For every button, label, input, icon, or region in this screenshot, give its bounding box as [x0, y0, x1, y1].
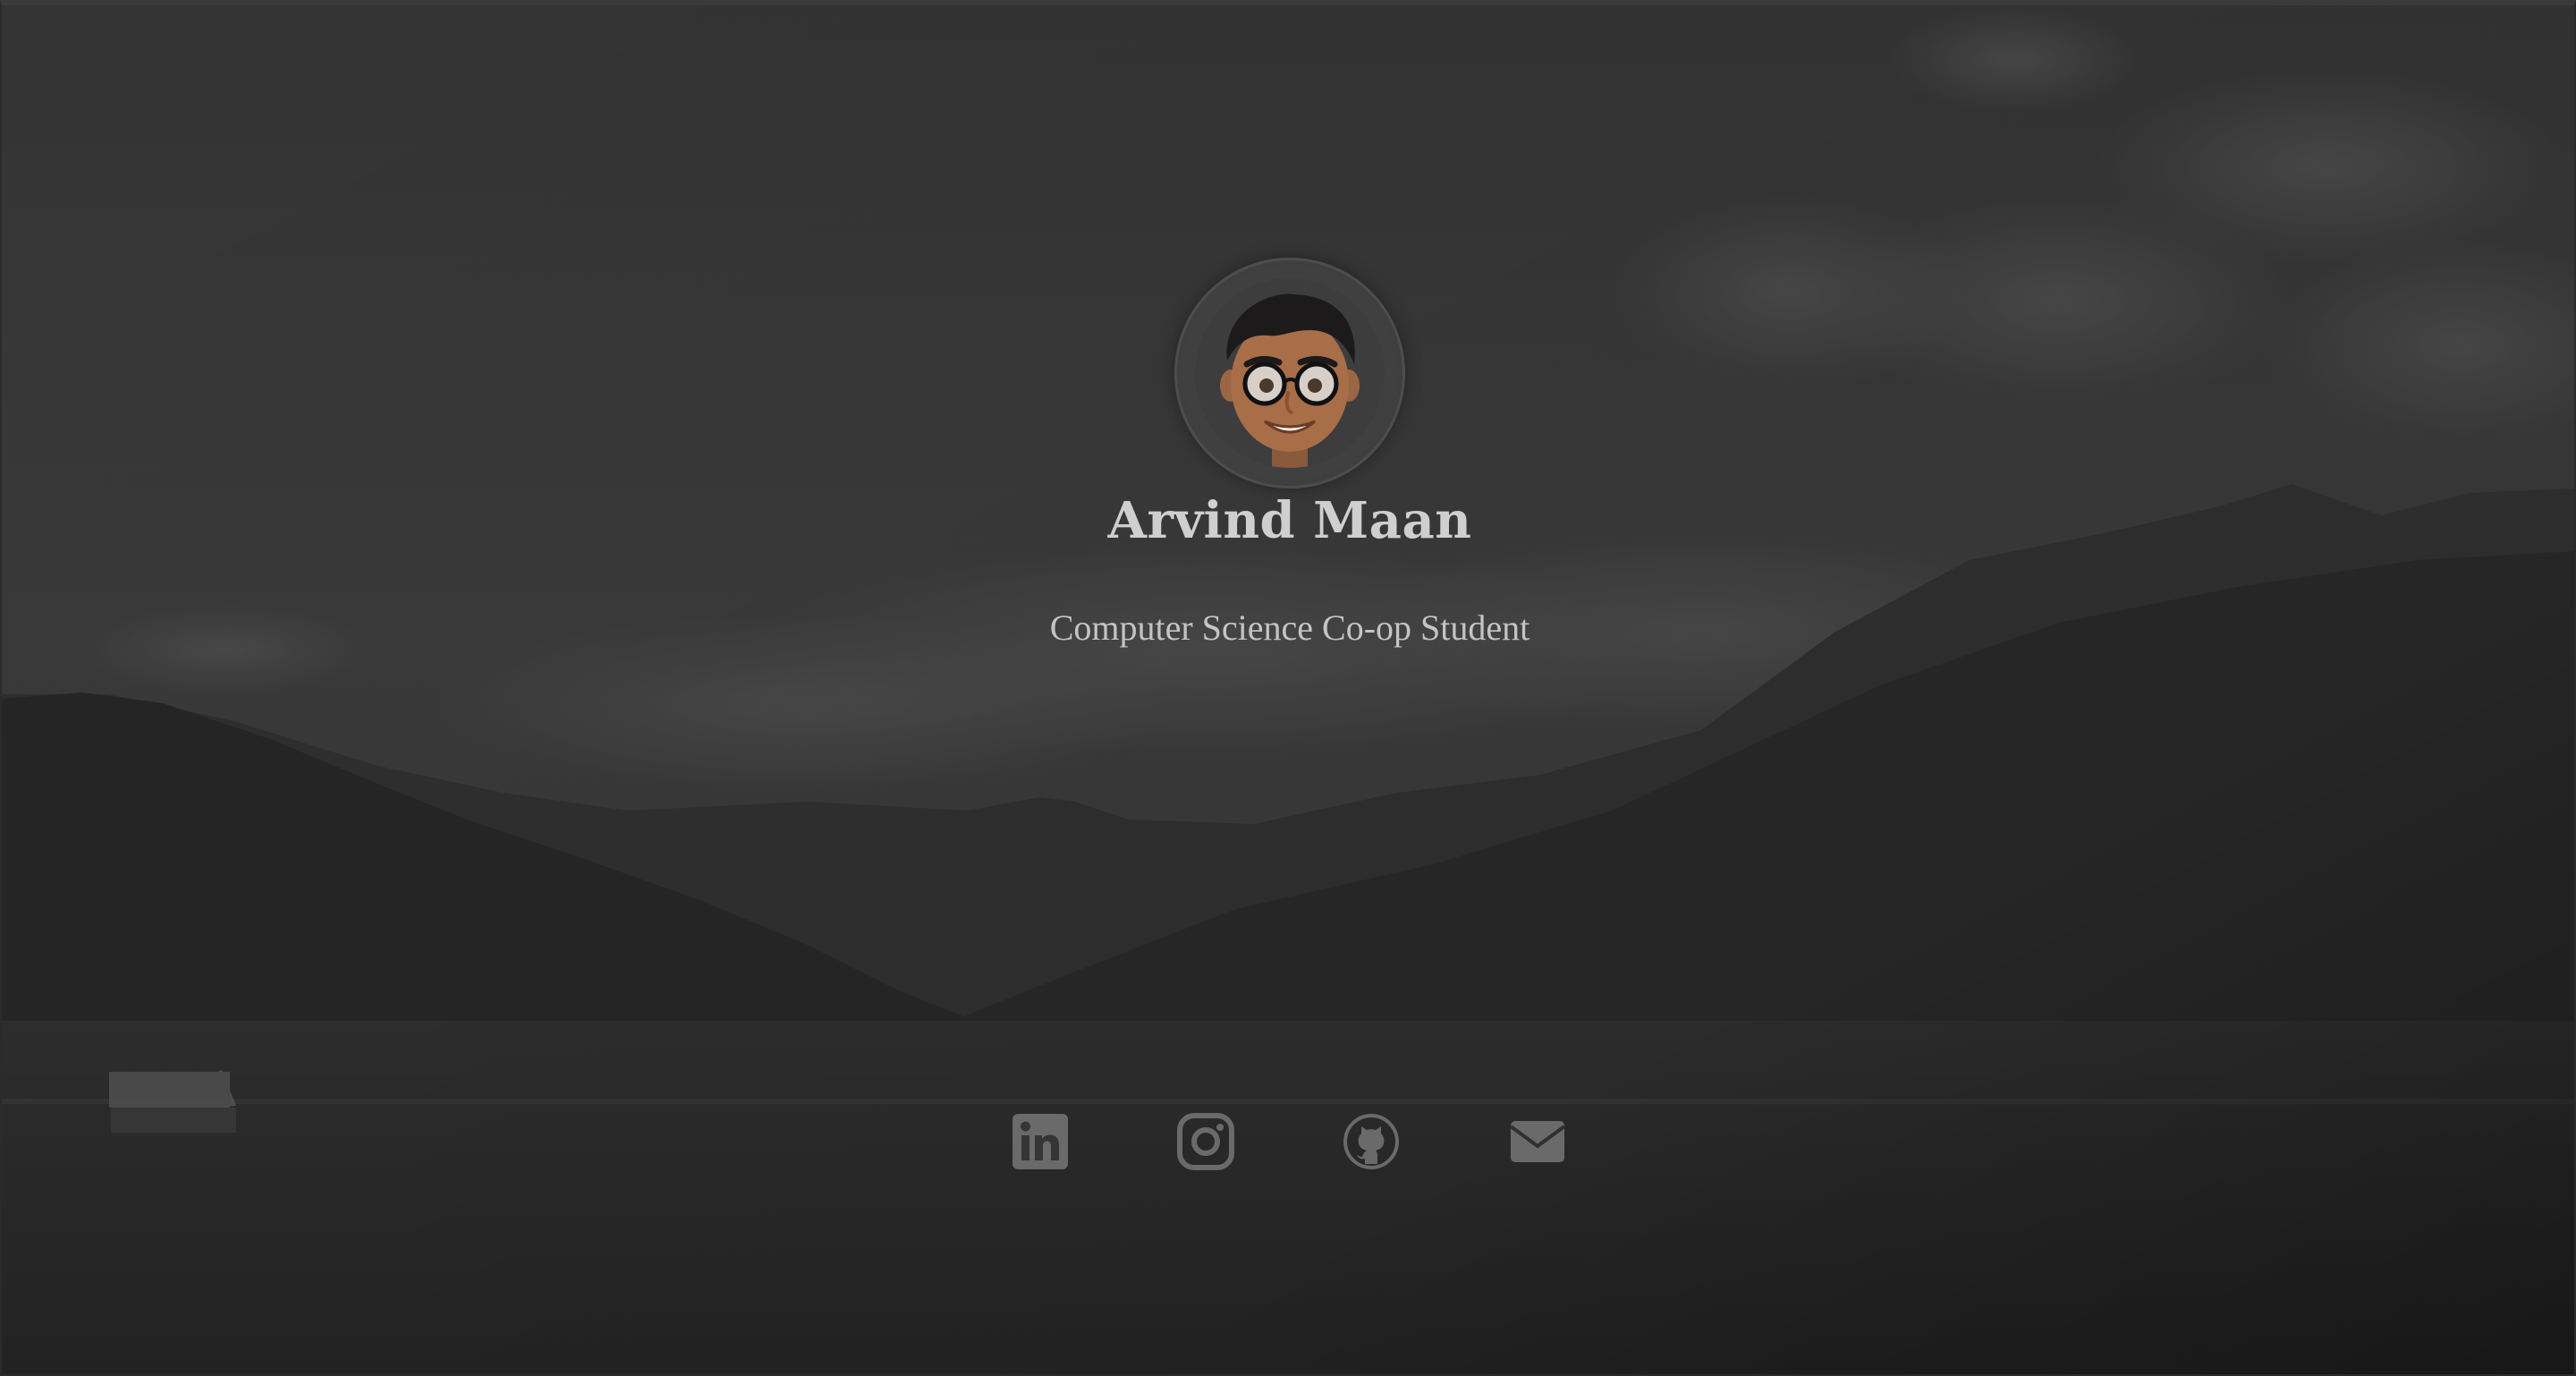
linkedin-link[interactable] [1011, 1112, 1070, 1171]
profile-subtitle: Computer Science Co-op Student [1049, 607, 1530, 648]
mail-icon [1509, 1121, 1566, 1162]
background-landscape-image [2, 5, 2574, 1374]
linkedin-icon [1013, 1114, 1068, 1169]
landing-page: Arvind Maan Computer Science Co-op Stude… [0, 0, 2576, 1376]
email-link[interactable] [1508, 1112, 1567, 1171]
instagram-link[interactable] [1176, 1112, 1235, 1171]
github-icon [1343, 1114, 1399, 1169]
profile-name: Arvind Maan [1107, 491, 1472, 550]
memoji-avatar-image [1195, 278, 1385, 468]
instagram-icon [1177, 1113, 1234, 1170]
github-link[interactable] [1342, 1112, 1401, 1171]
avatar [1174, 258, 1405, 488]
